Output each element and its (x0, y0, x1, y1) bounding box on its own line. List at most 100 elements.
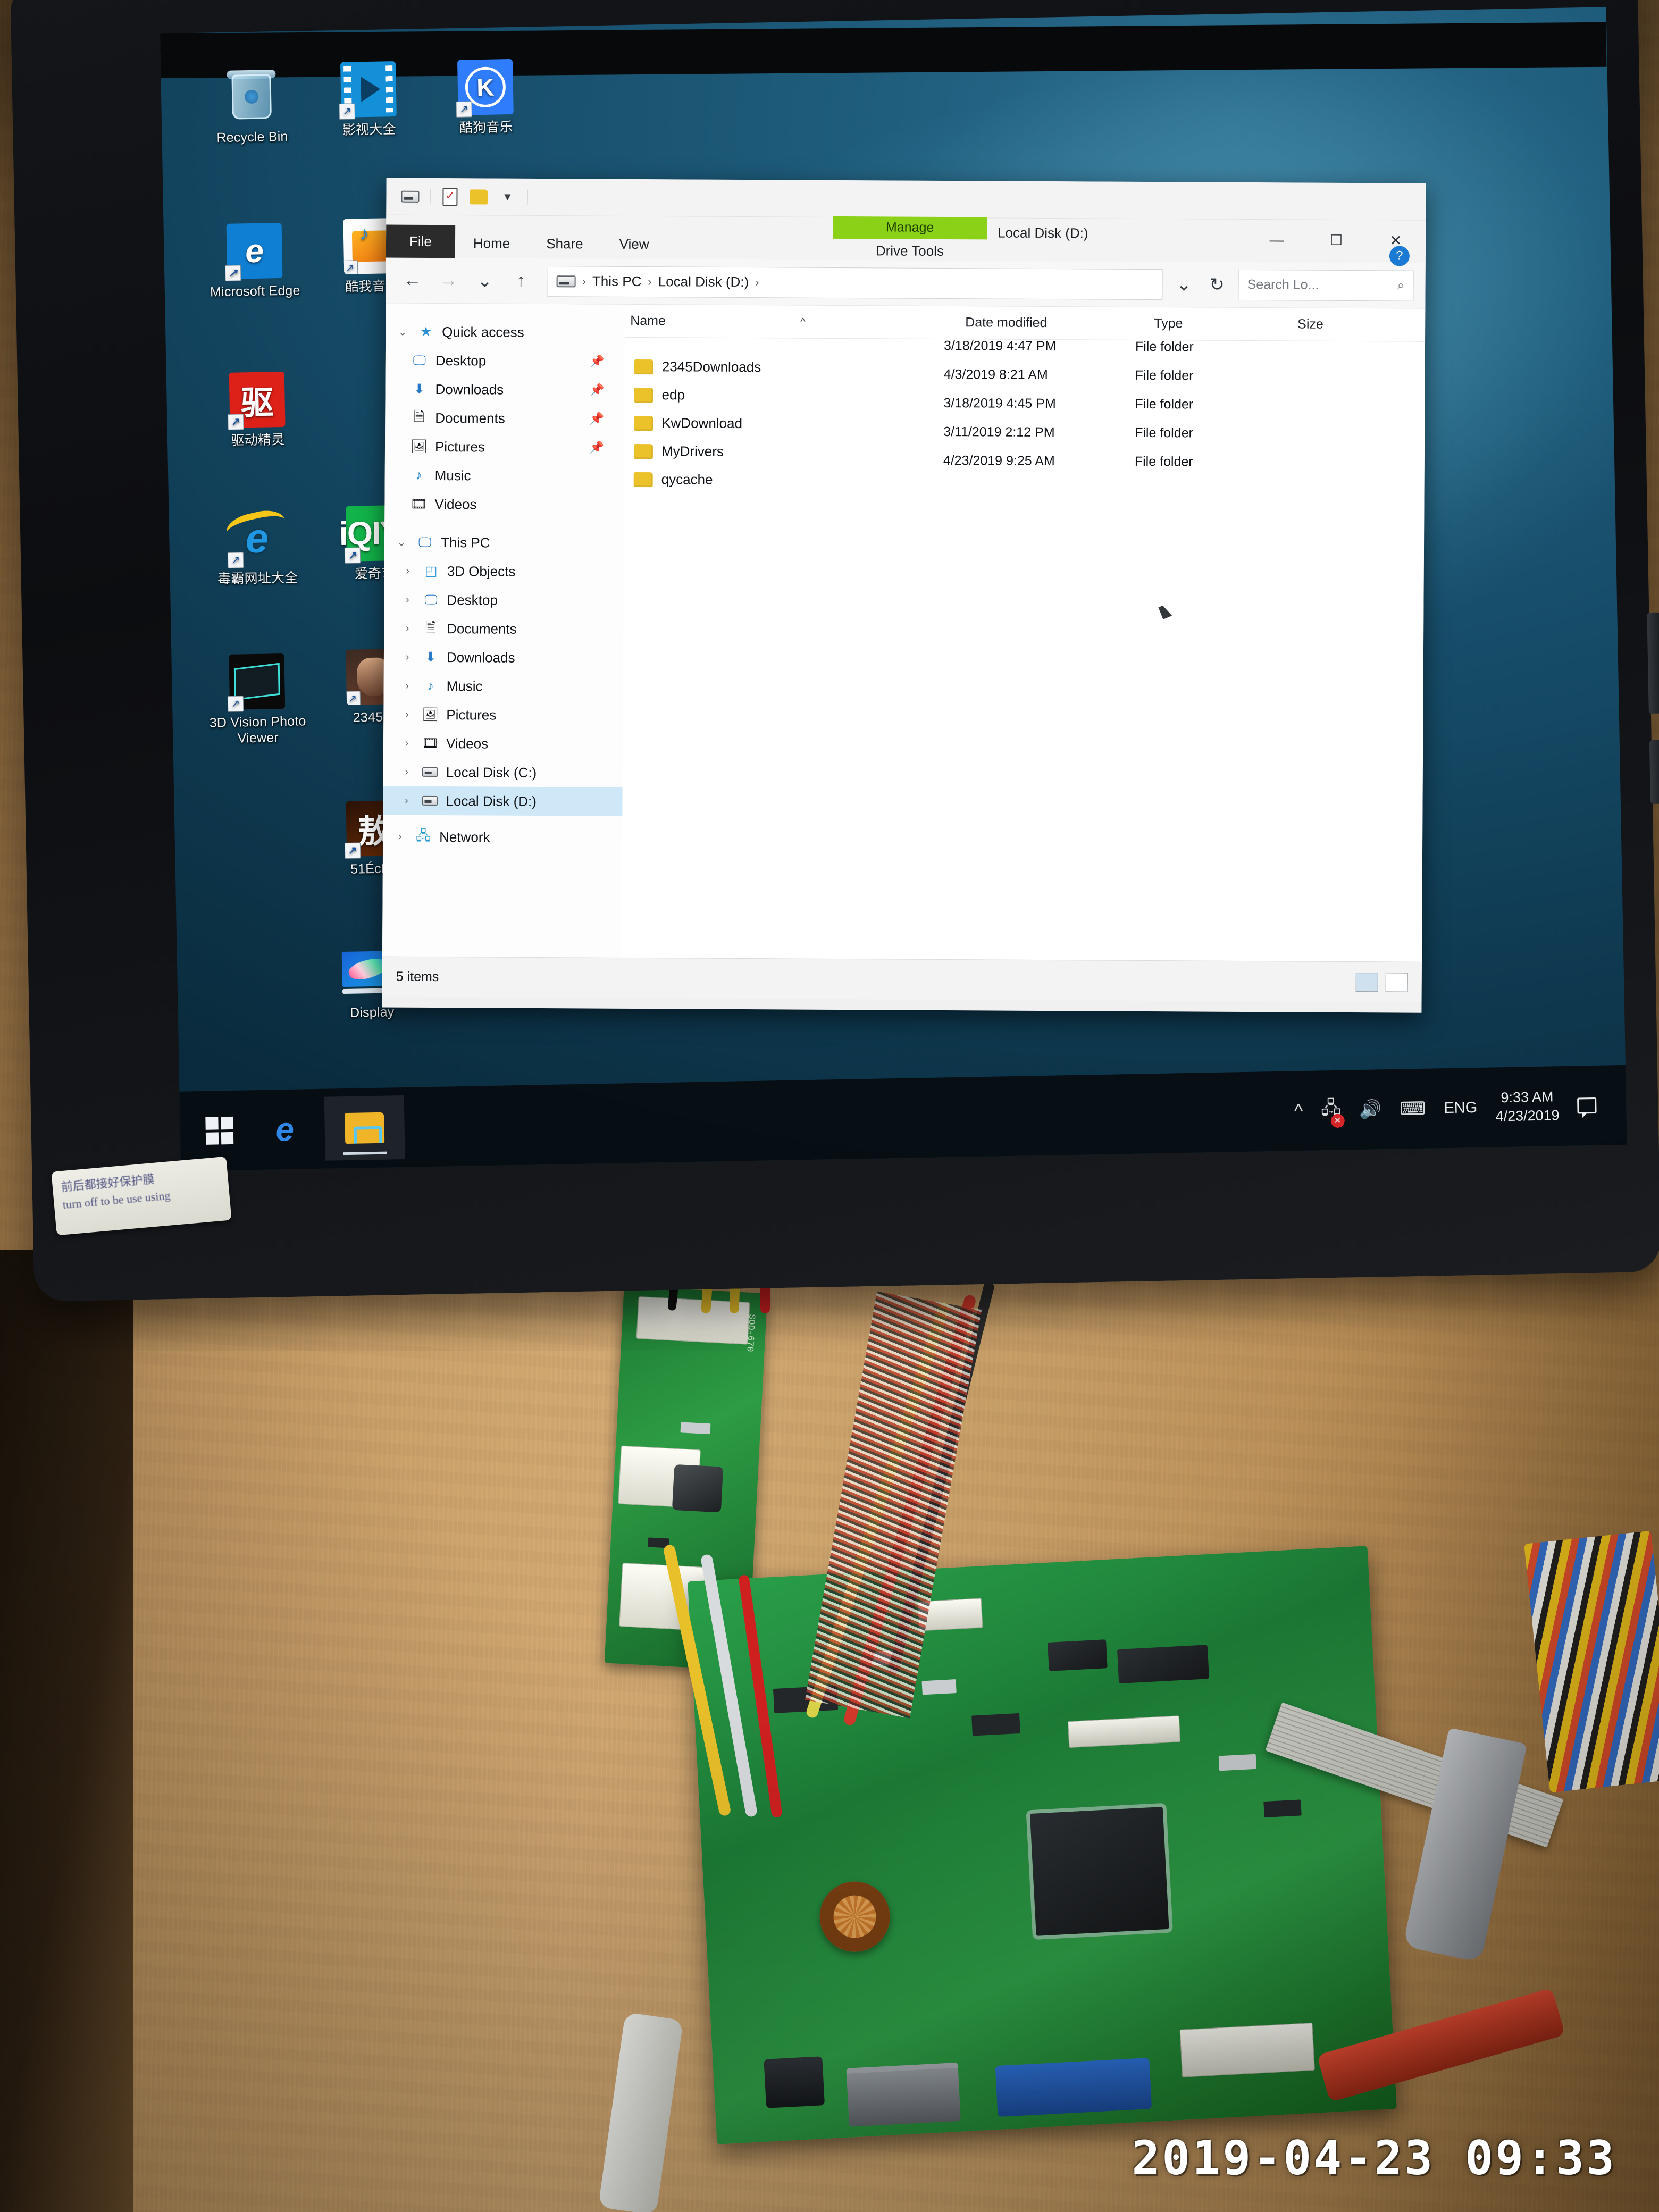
volume-button[interactable] (1647, 612, 1659, 714)
customize-qat-icon[interactable]: ▾ (498, 188, 516, 206)
chevron-right-icon[interactable]: › (399, 766, 414, 778)
search-icon[interactable]: ⌕ (1397, 278, 1405, 293)
column-header-row[interactable]: Name ^ Date modified Type Size (625, 304, 1426, 342)
tab-share[interactable]: Share (528, 229, 601, 259)
column-header-size[interactable]: Size (1297, 316, 1404, 332)
pin-icon[interactable]: 📌 (590, 383, 605, 397)
chevron-right-icon[interactable]: › (392, 831, 407, 843)
sidebar-item-videos[interactable]: 🎞 Videos (384, 490, 624, 520)
pin-icon[interactable]: 📌 (590, 441, 605, 455)
system-tray[interactable]: ^ 🖧 ✕ 🔊 ⌨ ENG 9:33 AM 4/23/2019 (1294, 1086, 1613, 1129)
help-icon[interactable]: ? (1389, 246, 1410, 266)
properties-icon[interactable] (441, 187, 459, 206)
file-list-pane[interactable]: Name ^ Date modified Type Size 2345Downl… (622, 304, 1426, 962)
file-name-column[interactable]: 2345Downloads edp KwDownload MyDrivers q… (624, 353, 761, 494)
breadcrumb-local-disk-d[interactable]: Local Disk (D:) (658, 273, 749, 290)
desktop-icon-recycle-bin[interactable]: Recycle Bin (192, 68, 311, 147)
start-button[interactable] (194, 1105, 246, 1157)
chevron-right-icon[interactable]: › (400, 593, 415, 606)
back-button[interactable]: ← (397, 265, 427, 295)
touch-keyboard-icon[interactable]: ⌨ (1400, 1098, 1426, 1120)
chevron-down-icon[interactable]: ⌄ (394, 535, 409, 549)
sidebar-item-desktop[interactable]: 🖵 Desktop 📌 (386, 346, 625, 376)
table-row[interactable]: 2345Downloads (625, 353, 761, 381)
column-header-date-modified[interactable]: Date modified (965, 315, 1154, 331)
chevron-right-icon[interactable]: › (400, 680, 415, 692)
view-mode-buttons[interactable] (1355, 972, 1408, 992)
chevron-right-icon[interactable]: › (400, 622, 415, 634)
breadcrumb-trailing-chevron[interactable]: › (755, 275, 759, 289)
address-dropdown-icon[interactable]: ⌄ (1169, 270, 1199, 299)
table-row[interactable]: MyDrivers (624, 437, 761, 466)
navigation-pane[interactable]: ⌄ ★ Quick access 🖵 Desktop 📌 ⬇ Downloads… (382, 303, 625, 958)
new-folder-icon[interactable] (470, 188, 488, 206)
sidebar-item-pictures-pc[interactable]: › 🖼 Pictures (383, 700, 623, 730)
sidebar-item-desktop-pc[interactable]: › 🖵 Desktop (384, 585, 623, 615)
sidebar-item-documents[interactable]: 🗎 Documents 📌 (385, 404, 624, 433)
tab-view[interactable]: View (601, 229, 667, 259)
tab-home[interactable]: Home (455, 228, 529, 258)
chevron-down-icon[interactable]: ⌄ (395, 325, 410, 338)
table-row[interactable]: qycache (624, 465, 761, 494)
taskbar-edge[interactable]: e (245, 1097, 325, 1162)
chevron-right-icon[interactable]: › (400, 651, 415, 663)
sidebar-item-documents-pc[interactable]: › 🗎 Documents (384, 614, 623, 644)
sidebar-item-downloads-pc[interactable]: › ⬇ Downloads (384, 643, 623, 673)
breadcrumb[interactable]: › This PC › Local Disk (D:) › (547, 265, 1163, 300)
sort-ascending-icon[interactable]: ^ (800, 316, 806, 329)
desktop-icon-video-player[interactable]: ↗ 影视大全 (309, 61, 428, 139)
refresh-icon[interactable]: ↻ (1202, 270, 1231, 299)
sidebar-item-3d-objects[interactable]: › ◰ 3D Objects (384, 557, 624, 586)
desktop-icon-duba-websites[interactable]: e ↗ 毒霸网址大全 (198, 506, 316, 588)
pin-icon[interactable]: 📌 (590, 412, 605, 426)
sidebar-item-this-pc[interactable]: ⌄ 🖵 This PC (384, 528, 624, 558)
table-row[interactable]: edp (624, 381, 761, 409)
ribbon-tab-bar[interactable]: File Home Share View Manage Drive Tools … (386, 215, 1426, 263)
desktop-icon-microsoft-edge[interactable]: e ↗ Microsoft Edge (196, 222, 314, 301)
desktop-icon-driver-genius[interactable]: 驱 ↗ 驱动精灵 (198, 371, 317, 450)
large-icons-view-icon[interactable] (1385, 972, 1408, 992)
network-disconnected-icon[interactable]: 🖧 ✕ (1321, 1095, 1345, 1128)
language-indicator[interactable]: ENG (1444, 1099, 1477, 1117)
desktop-icon-kugou-music[interactable]: K ↗ 酷狗音乐 (426, 58, 545, 137)
sidebar-item-music-pc[interactable]: › ♪ Music (383, 672, 623, 701)
details-view-icon[interactable] (1355, 972, 1378, 992)
pin-icon[interactable]: 📌 (590, 355, 605, 368)
action-center-icon[interactable] (1577, 1097, 1597, 1114)
column-header-name[interactable]: Name ^ (625, 313, 939, 330)
desktop-icon-3d-vision-photo-viewer[interactable]: ↗ 3D Vision Photo Viewer (198, 653, 316, 747)
search-input[interactable]: Search Lo... ⌕ (1238, 269, 1414, 301)
sidebar-item-network[interactable]: › 🖧 Network (383, 822, 622, 852)
sidebar-item-quick-access[interactable]: ⌄ ★ Quick access (386, 317, 625, 347)
power-button[interactable] (1649, 740, 1659, 804)
table-row[interactable]: KwDownload (624, 409, 761, 438)
chevron-right-icon[interactable]: › (399, 708, 414, 720)
sidebar-item-local-disk-c[interactable]: › Local Disk (C:) (383, 757, 623, 787)
sidebar-item-music[interactable]: ♪ Music (385, 461, 624, 491)
chevron-right-icon[interactable]: › (399, 794, 414, 807)
volume-icon[interactable]: 🔊 (1359, 1099, 1382, 1120)
taskbar-file-explorer[interactable] (324, 1095, 405, 1161)
up-button[interactable]: ↑ (506, 266, 535, 296)
address-bar-row[interactable]: ← → ⌄ ↑ › This PC › Local Disk (D:) › ⌄ … (386, 257, 1426, 309)
forward-button[interactable]: → (433, 265, 463, 295)
kugou-music-icon: K ↗ (456, 58, 514, 118)
quick-access-toolbar[interactable]: ▾ (386, 178, 1426, 221)
clock[interactable]: 9:33 AM 4/23/2019 (1495, 1087, 1560, 1126)
contextual-tab-group-drive-tools[interactable]: Manage Drive Tools (833, 216, 987, 260)
recent-locations-button[interactable]: ⌄ (470, 266, 499, 296)
sidebar-item-downloads[interactable]: ⬇ Downloads 📌 (385, 375, 624, 405)
chevron-right-icon[interactable]: › (400, 565, 415, 577)
show-hidden-icons-button[interactable]: ^ (1294, 1101, 1303, 1121)
chevron-right-icon[interactable]: › (399, 737, 414, 749)
sidebar-item-local-disk-d[interactable]: › Local Disk (D:) (383, 786, 623, 816)
file-explorer-window[interactable]: ▾ File Home Share View Manage Drive Tool… (382, 178, 1426, 1013)
sidebar-item-pictures[interactable]: 🖼 Pictures 📌 (385, 432, 624, 462)
column-header-type[interactable]: Type (1154, 316, 1297, 332)
tab-manage[interactable]: Manage (833, 216, 987, 240)
maximize-button[interactable]: ☐ (1306, 220, 1366, 261)
breadcrumb-this-pc[interactable]: This PC (592, 273, 642, 290)
sidebar-item-videos-pc[interactable]: › 🎞 Videos (383, 729, 623, 759)
tab-file[interactable]: File (386, 224, 456, 258)
minimize-button[interactable]: — (1247, 220, 1306, 261)
